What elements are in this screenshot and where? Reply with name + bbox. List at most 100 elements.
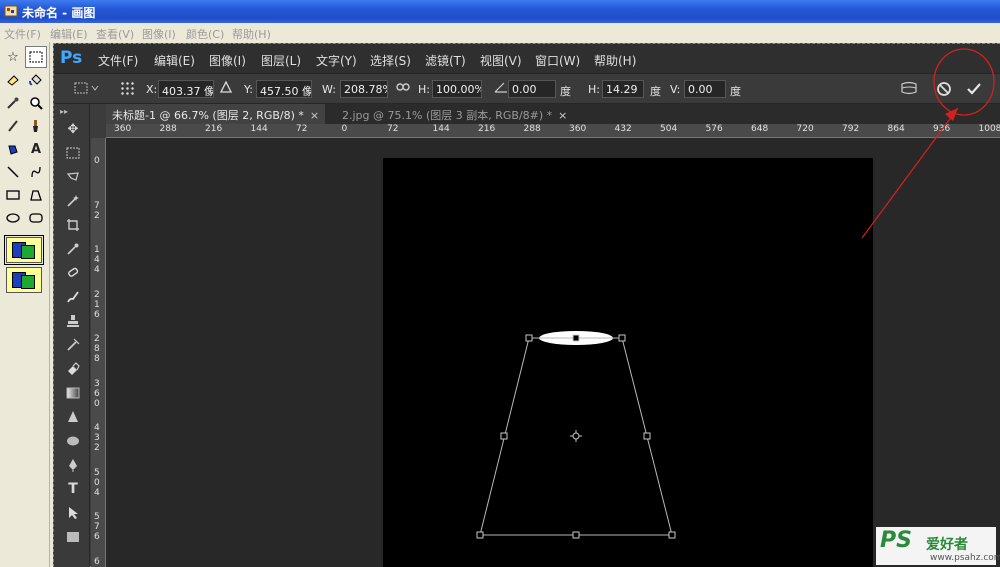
- ps-menu-image[interactable]: 图像(I): [209, 52, 246, 69]
- transform-handle-bottom-right[interactable]: [668, 531, 676, 539]
- fill-bucket-icon[interactable]: [25, 69, 47, 91]
- v-skew-label: V:: [670, 83, 681, 96]
- paint-title-bar[interactable]: 未命名 - 画图: [0, 0, 1000, 23]
- line-tool-icon[interactable]: [2, 161, 24, 183]
- paint-app-icon: [4, 5, 18, 17]
- ruler-tick-label: 144: [250, 124, 268, 134]
- warp-mode-icon[interactable]: [900, 81, 918, 99]
- dodge-tool-icon[interactable]: [62, 431, 84, 451]
- paint-menu-help[interactable]: 帮助(H): [232, 26, 271, 42]
- v-skew-field[interactable]: 0.00: [684, 80, 726, 98]
- relative-position-icon[interactable]: [219, 80, 233, 97]
- ps-menu-help[interactable]: 帮助(H): [594, 52, 636, 69]
- h-skew-unit: 度: [650, 85, 661, 98]
- canvas-workspace[interactable]: [106, 138, 1000, 567]
- ruler-tick-label: 792: [842, 124, 860, 134]
- y-position-field[interactable]: 457.50 像素: [256, 80, 312, 98]
- gradient-tool-icon[interactable]: [62, 383, 84, 403]
- pencil-icon[interactable]: [2, 115, 24, 137]
- lasso-tool-icon[interactable]: [62, 167, 84, 187]
- ps-menu-select[interactable]: 选择(S): [370, 52, 411, 69]
- width-label: W:: [322, 83, 336, 96]
- free-form-select-icon[interactable]: ☆: [2, 46, 24, 68]
- eyedropper-tool-icon[interactable]: [62, 239, 84, 259]
- healing-brush-icon[interactable]: [62, 263, 84, 283]
- ps-menu-file[interactable]: 文件(F): [98, 52, 138, 69]
- ps-menu-view[interactable]: 视图(V): [480, 52, 522, 69]
- crop-tool-icon[interactable]: [62, 215, 84, 235]
- rotation-unit: 度: [560, 85, 571, 98]
- paint-menu-colors[interactable]: 颜色(C): [186, 26, 224, 42]
- pen-tool-icon[interactable]: [62, 455, 84, 475]
- path-selection-icon[interactable]: [62, 503, 84, 523]
- document-canvas[interactable]: [383, 158, 873, 567]
- paint-menu-file[interactable]: 文件(F): [4, 26, 41, 42]
- clone-stamp-icon[interactable]: [62, 311, 84, 331]
- transform-handle-top-right[interactable]: [618, 334, 626, 342]
- paint-menu-image[interactable]: 图像(I): [142, 26, 176, 42]
- panel-collapse-icon[interactable]: ▸▸: [60, 107, 68, 116]
- ps-menu-window[interactable]: 窗口(W): [535, 52, 580, 69]
- text-tool-icon[interactable]: A: [25, 138, 47, 160]
- y-label: Y:: [244, 83, 253, 96]
- marquee-tool-icon[interactable]: [62, 143, 84, 163]
- polygon-tool-icon[interactable]: [25, 184, 47, 206]
- ps-menu-type[interactable]: 文字(Y): [316, 52, 357, 69]
- watermark-text: 爱好者: [926, 537, 968, 553]
- cancel-transform-icon[interactable]: [936, 81, 952, 101]
- photoshop-window: Ps 文件(F) 编辑(E) 图像(I) 图层(L) 文字(Y) 选择(S) 滤…: [53, 43, 1000, 567]
- eraser-icon[interactable]: [2, 69, 24, 91]
- curve-tool-icon[interactable]: [25, 161, 47, 183]
- rect-select-icon[interactable]: [25, 46, 47, 68]
- close-icon[interactable]: ×: [310, 109, 319, 122]
- tab-label: 2.jpg @ 75.1% (图层 3 副本, RGB/8#) *: [342, 109, 553, 122]
- ps-menu-layer[interactable]: 图层(L): [261, 52, 301, 69]
- rounded-rect-tool-icon[interactable]: [25, 207, 47, 229]
- width-field[interactable]: 208.78%: [340, 80, 388, 98]
- type-tool-icon[interactable]: T: [62, 479, 84, 499]
- ruler-tick-label: 432: [614, 124, 632, 134]
- close-icon[interactable]: ×: [558, 109, 567, 122]
- tab-2-jpg[interactable]: 2.jpg @ 75.1% (图层 3 副本, RGB/8#) * ×: [336, 104, 573, 124]
- paint-menu-bar: 文件(F) 编辑(E) 查看(V) 图像(I) 颜色(C) 帮助(H): [0, 23, 1000, 42]
- magic-wand-icon[interactable]: [62, 191, 84, 211]
- eraser-tool-icon[interactable]: [62, 359, 84, 379]
- link-icon[interactable]: [396, 81, 410, 96]
- x-label: X:: [146, 83, 158, 96]
- history-brush-icon[interactable]: [62, 335, 84, 355]
- reference-point-icon[interactable]: [120, 81, 134, 95]
- transform-handle-top[interactable]: [572, 334, 580, 342]
- color-picker-icon[interactable]: [2, 92, 24, 114]
- tab-label: 未标题-1 @ 66.7% (图层 2, RGB/8) *: [112, 109, 304, 122]
- h-skew-field[interactable]: 14.29: [602, 80, 644, 98]
- ps-menu-edit[interactable]: 编辑(E): [154, 52, 195, 69]
- rotation-field[interactable]: 0.00: [508, 80, 556, 98]
- window-title: 未命名 - 画图: [22, 6, 96, 20]
- rectangle-tool-icon[interactable]: [2, 184, 24, 206]
- move-tool-icon[interactable]: ✥: [62, 119, 84, 139]
- blur-tool-icon[interactable]: [62, 407, 84, 427]
- transform-handle-bottom[interactable]: [572, 531, 580, 539]
- transform-handle-top-left[interactable]: [525, 334, 533, 342]
- brush-icon[interactable]: [25, 115, 47, 137]
- airbrush-icon[interactable]: [2, 138, 24, 160]
- commit-transform-icon[interactable]: [966, 81, 982, 101]
- transform-tool-icon[interactable]: [74, 81, 100, 99]
- paint-toolbox: ☆ A: [0, 42, 50, 567]
- tab-untitled-1[interactable]: 未标题-1 @ 66.7% (图层 2, RGB/8) * ×: [106, 104, 326, 124]
- rectangle-shape-icon[interactable]: [62, 527, 84, 547]
- height-field[interactable]: 100.00%: [432, 80, 482, 98]
- ruler-tick-label: 288: [159, 124, 177, 134]
- transform-handle-bottom-left[interactable]: [476, 531, 484, 539]
- brush-tool-icon[interactable]: [62, 287, 84, 307]
- paint-menu-edit[interactable]: 编辑(E): [50, 26, 88, 42]
- ellipse-tool-icon[interactable]: [2, 207, 24, 229]
- ps-menu-filter[interactable]: 滤镜(T): [425, 52, 466, 69]
- paint-option-swatch-transparent[interactable]: [6, 267, 42, 293]
- paint-menu-view[interactable]: 查看(V): [96, 26, 134, 42]
- magnifier-icon[interactable]: [25, 92, 47, 114]
- transform-handle-right[interactable]: [643, 432, 651, 440]
- x-position-field[interactable]: 403.37 像素: [158, 80, 214, 98]
- transform-handle-left[interactable]: [500, 432, 508, 440]
- paint-option-swatch-opaque[interactable]: [4, 235, 44, 265]
